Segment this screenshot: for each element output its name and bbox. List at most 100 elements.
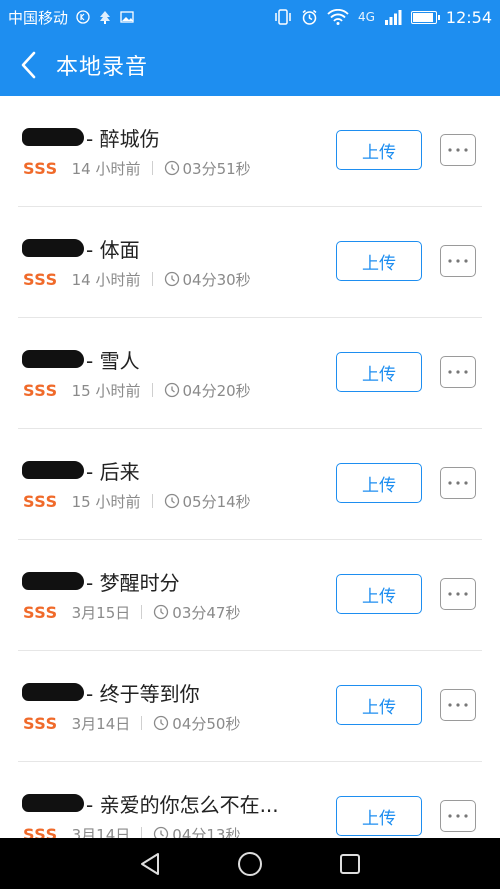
meta-divider: [151, 494, 153, 508]
signal-icon: [384, 10, 402, 25]
clock-icon: [164, 271, 179, 287]
more-button[interactable]: [440, 578, 476, 610]
image-icon: [120, 11, 134, 23]
recording-duration: 04分30秒: [182, 270, 251, 289]
page-title: 本地录音: [56, 55, 149, 80]
more-button[interactable]: [440, 245, 476, 277]
more-dots-icon: [448, 481, 468, 485]
vibrate-icon: [275, 9, 291, 25]
recording-title: - 体面: [86, 237, 140, 262]
quality-tag: SSS: [23, 713, 58, 733]
recording-item[interactable]: - 终于等到你 SSS 3月14日 04分50秒 上传: [18, 651, 482, 762]
recording-item[interactable]: - 雪人 SSS 15 小时前 04分20秒 上传: [18, 318, 482, 429]
recording-list[interactable]: - 醉城伤 SSS 14 小时前 03分51秒 上传 - 体面 SSS 14 小…: [0, 96, 500, 838]
wifi-icon: [327, 9, 349, 25]
nav-home-button[interactable]: [230, 844, 270, 884]
more-button[interactable]: [440, 356, 476, 388]
recording-item[interactable]: - 梦醒时分 SSS 3月15日 03分47秒 上传: [18, 540, 482, 651]
more-button[interactable]: [440, 467, 476, 499]
more-dots-icon: [448, 370, 468, 374]
recording-time: 3月14日: [71, 714, 131, 733]
recording-duration: 04分13秒: [172, 825, 241, 839]
clock-time: 12:54: [445, 7, 492, 27]
redacted-artist-mark: [22, 572, 84, 590]
status-bar: 中国移动 4G 12:54: [0, 0, 500, 34]
clock-icon: [154, 604, 169, 620]
upload-button[interactable]: 上传: [336, 574, 422, 614]
back-triangle-icon: [141, 852, 159, 875]
recording-time: 15 小时前: [71, 492, 141, 511]
recording-title: - 醉城伤: [86, 126, 160, 151]
upload-button[interactable]: 上传: [336, 796, 422, 836]
tree-icon: [100, 11, 111, 24]
recording-duration: 03分47秒: [172, 603, 241, 622]
recording-title: - 后来: [86, 459, 140, 484]
recording-time: 14 小时前: [71, 270, 141, 289]
clock-icon: [164, 493, 179, 509]
clock-icon: [164, 160, 179, 176]
more-button[interactable]: [440, 134, 476, 166]
more-dots-icon: [448, 703, 468, 707]
redacted-artist-mark: [22, 239, 84, 257]
quality-tag: SSS: [23, 491, 58, 511]
alarm-icon: [302, 9, 317, 25]
recording-title: - 雪人: [86, 348, 140, 373]
more-dots-icon: [448, 148, 468, 152]
title-bar: 本地录音: [0, 34, 500, 96]
redacted-artist-mark: [22, 128, 84, 146]
meta-divider: [151, 383, 153, 397]
recording-duration: 05分14秒: [182, 492, 251, 511]
chevron-left-icon: [21, 51, 36, 79]
redacted-artist-mark: [22, 461, 84, 479]
quality-tag: SSS: [23, 269, 58, 289]
meta-divider: [151, 272, 153, 286]
recording-time: 3月14日: [71, 825, 131, 839]
recording-duration: 04分20秒: [182, 381, 251, 400]
meta-divider: [151, 161, 153, 175]
clock-icon: [154, 826, 169, 838]
nav-back-button[interactable]: [130, 844, 170, 884]
meta-divider: [141, 827, 143, 838]
recording-title: - 梦醒时分: [86, 570, 180, 595]
quality-tag: SSS: [23, 602, 58, 622]
recording-item[interactable]: - 体面 SSS 14 小时前 04分30秒 上传: [18, 207, 482, 318]
recording-duration: 03分51秒: [182, 159, 251, 178]
upload-button[interactable]: 上传: [336, 352, 422, 392]
redacted-artist-mark: [22, 794, 84, 812]
upload-button[interactable]: 上传: [336, 463, 422, 503]
back-button[interactable]: [0, 34, 56, 96]
recording-item[interactable]: - 亲爱的你怎么不在... SSS 3月14日 04分13秒 上传: [18, 762, 482, 838]
home-circle-icon: [238, 851, 262, 876]
quality-tag: SSS: [23, 824, 58, 839]
upload-button[interactable]: 上传: [336, 241, 422, 281]
redacted-artist-mark: [22, 683, 84, 701]
recording-title: - 终于等到你: [86, 681, 200, 706]
k-badge-icon: [76, 10, 90, 24]
recents-square-icon: [340, 853, 360, 874]
upload-button[interactable]: 上传: [336, 685, 422, 725]
more-dots-icon: [448, 592, 468, 596]
recording-item[interactable]: - 醉城伤 SSS 14 小时前 03分51秒 上传: [18, 96, 482, 207]
recording-time: 14 小时前: [71, 159, 141, 178]
recording-duration: 04分50秒: [172, 714, 241, 733]
meta-divider: [141, 716, 143, 730]
carrier-label: 中国移动: [8, 8, 69, 27]
recording-time: 3月15日: [71, 603, 131, 622]
recording-item[interactable]: - 后来 SSS 15 小时前 05分14秒 上传: [18, 429, 482, 540]
quality-tag: SSS: [23, 380, 58, 400]
meta-divider: [141, 605, 143, 619]
more-button[interactable]: [440, 689, 476, 721]
more-dots-icon: [448, 814, 468, 818]
redacted-artist-mark: [22, 350, 84, 368]
network-type: 4G: [357, 10, 375, 24]
system-nav-bar: [0, 838, 500, 889]
clock-icon: [154, 715, 169, 731]
quality-tag: SSS: [23, 158, 58, 178]
more-button[interactable]: [440, 800, 476, 832]
upload-button[interactable]: 上传: [336, 130, 422, 170]
nav-recents-button[interactable]: [330, 844, 370, 884]
clock-icon: [164, 382, 179, 398]
recording-title: - 亲爱的你怎么不在...: [86, 792, 279, 817]
battery-icon: [410, 10, 440, 24]
recording-time: 15 小时前: [71, 381, 141, 400]
